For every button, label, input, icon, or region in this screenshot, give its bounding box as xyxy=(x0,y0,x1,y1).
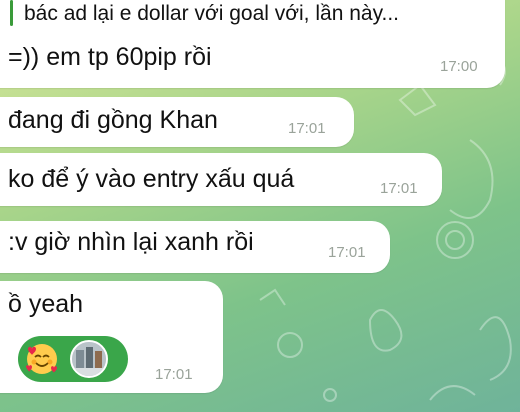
quoted-message[interactable]: bác ad lại e dollar với goal với, lần nà… xyxy=(24,2,399,26)
message-text: đang đi gồng Khan xyxy=(8,106,218,134)
message-bubble[interactable]: bác ad lại e dollar với goal với, lần nà… xyxy=(0,0,505,88)
message-text: ồ yeah xyxy=(8,290,84,318)
message-bubble[interactable]: đang đi gồng Khan 17:01 xyxy=(0,97,354,147)
message-text: :v giờ nhìn lại xanh rồi xyxy=(8,228,254,256)
message-time: 17:01 xyxy=(328,244,366,261)
message-bubble[interactable]: ồ yeah 17:01 xyxy=(0,281,223,393)
message-time: 17:01 xyxy=(155,366,193,383)
message-bubble[interactable]: :v giờ nhìn lại xanh rồi 17:01 xyxy=(0,221,390,273)
message-text: =)) em tp 60pip rồi xyxy=(8,43,212,71)
quote-bar xyxy=(10,0,13,26)
reaction-pill[interactable] xyxy=(18,336,128,382)
message-time: 17:01 xyxy=(288,120,326,137)
message-text: ko để ý vào entry xấu quá xyxy=(8,165,295,193)
avatar-image xyxy=(72,342,106,376)
message-bubble[interactable]: ko để ý vào entry xấu quá 17:01 xyxy=(0,153,442,206)
message-time: 17:00 xyxy=(440,58,478,75)
message-time: 17:01 xyxy=(380,180,418,197)
reactor-avatar[interactable] xyxy=(70,340,108,378)
smiling-face-with-hearts-icon xyxy=(26,344,57,374)
